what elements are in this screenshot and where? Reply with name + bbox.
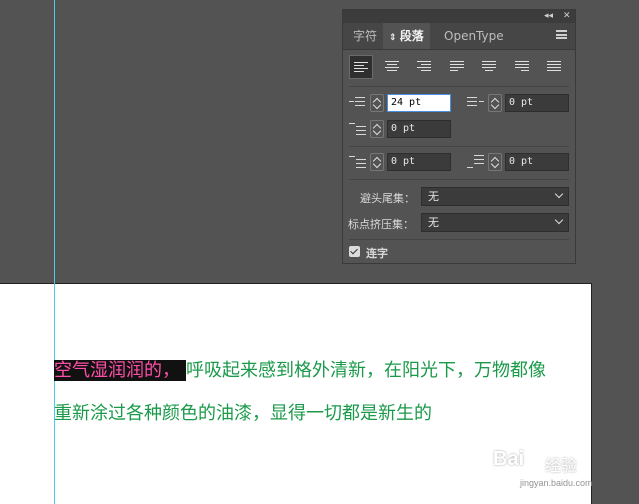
tab-paragraph-icon: ⇕ [389, 33, 400, 43]
hyphenate-label: 连字 [366, 247, 388, 260]
align-left-button[interactable] [349, 55, 373, 79]
first-line-indent-icon [349, 120, 367, 138]
separator [349, 179, 569, 180]
left-indent-stepper[interactable] [370, 94, 384, 112]
text-line-1[interactable]: 空气湿润润的， 呼吸起来感到格外清新，在阳光下，万物都像 [54, 360, 546, 382]
right-indent-icon [467, 94, 485, 112]
space-before-stepper[interactable] [370, 153, 384, 171]
watermark-text: 经验 [545, 456, 578, 475]
mojikumi-select[interactable]: 无 [421, 213, 569, 232]
justify-last-center-button[interactable] [478, 55, 502, 79]
tab-opentype[interactable]: OpenType [444, 23, 504, 49]
first-line-indent-stepper[interactable] [370, 120, 384, 138]
justify-last-right-button[interactable] [511, 55, 535, 79]
chevron-down-icon [554, 189, 564, 199]
tab-paragraph-label: 段落 [399, 29, 424, 43]
panel-title-bar[interactable]: ◂◂ ✕ [343, 10, 575, 23]
separator [349, 146, 569, 147]
right-indent-field[interactable]: 0 pt [505, 94, 569, 112]
panel-tabs: 字符 ⇕ 段落 OpenType [343, 23, 575, 50]
paragraph-panel: ◂◂ ✕ 字符 ⇕ 段落 OpenType 24 pt 0 pt 0 pt 0 … [342, 9, 576, 264]
text-line-1-rest[interactable]: 呼吸起来感到格外清新，在阳光下，万物都像 [186, 360, 546, 381]
collapse-icon[interactable]: ◂◂ [544, 10, 553, 23]
kinsoku-label: 避头尾集： [360, 192, 415, 205]
selected-text[interactable]: 空气湿润润的， [54, 360, 186, 381]
justify-all-button[interactable] [543, 55, 567, 79]
space-after-stepper[interactable] [488, 153, 502, 171]
justify-last-left-button[interactable] [446, 55, 470, 79]
space-after-icon [467, 153, 485, 171]
kinsoku-select[interactable]: 无 [421, 187, 569, 206]
separator [349, 239, 569, 240]
space-before-icon [349, 153, 367, 171]
left-indent-field[interactable]: 24 pt [387, 94, 451, 112]
separator [349, 86, 569, 87]
panel-menu-icon[interactable] [556, 30, 567, 39]
watermark-logo: Bai [493, 448, 525, 470]
right-indent-stepper[interactable] [488, 94, 502, 112]
mojikumi-label: 标点挤压集： [348, 218, 414, 231]
hyphenate-checkbox[interactable] [349, 246, 360, 257]
mojikumi-value: 无 [428, 216, 439, 229]
left-indent-icon [349, 94, 367, 112]
kinsoku-value: 无 [428, 190, 439, 203]
watermark-url: jingyan.baidu.com [520, 478, 593, 488]
space-before-field[interactable]: 0 pt [387, 153, 451, 171]
close-icon[interactable]: ✕ [563, 10, 571, 23]
align-center-button[interactable] [381, 55, 405, 79]
alignment-row [349, 55, 569, 81]
vertical-guide [54, 0, 55, 504]
tab-paragraph[interactable]: ⇕ 段落 [383, 23, 430, 49]
space-after-field[interactable]: 0 pt [505, 153, 569, 171]
text-line-2[interactable]: 重新涂过各种颜色的油漆，显得一切都是新生的 [54, 403, 432, 425]
first-line-indent-field[interactable]: 0 pt [387, 120, 451, 138]
chevron-down-icon [554, 215, 564, 225]
tab-character[interactable]: 字符 [353, 23, 377, 49]
align-right-button[interactable] [413, 55, 437, 79]
